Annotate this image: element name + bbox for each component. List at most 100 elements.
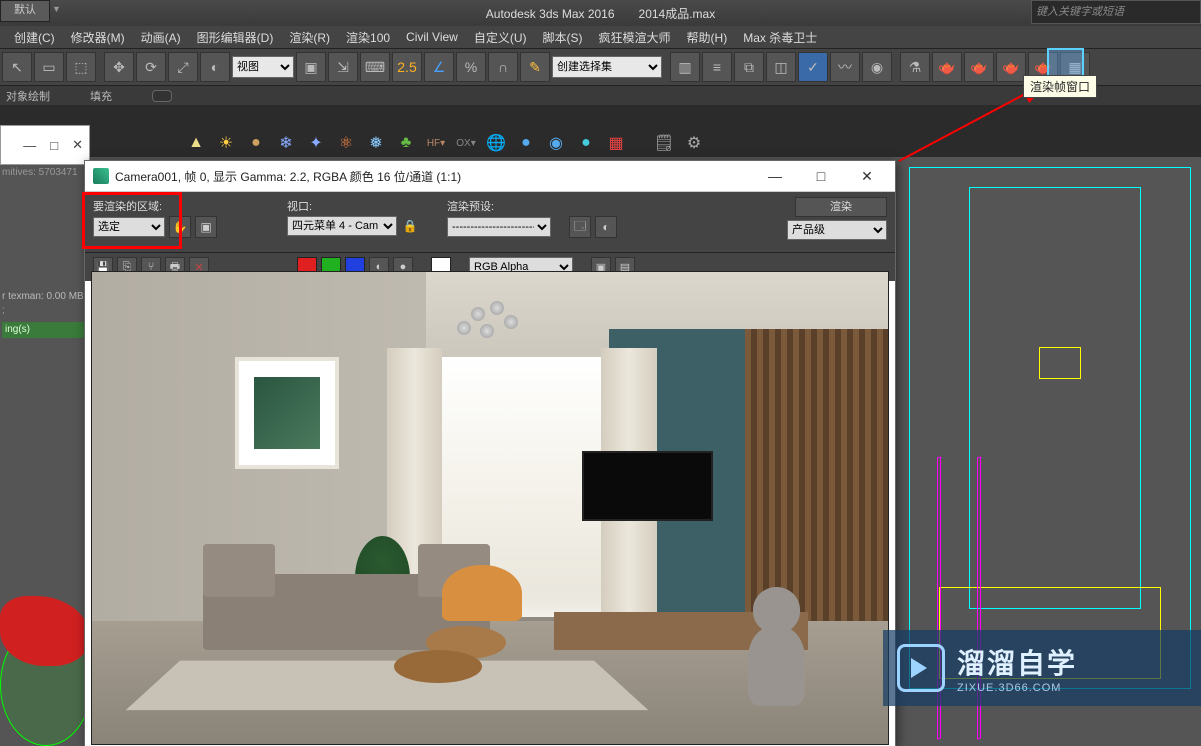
watermark-brand: 溜溜自学 xyxy=(957,642,1077,682)
select-link-icon[interactable]: ↖ xyxy=(2,52,32,82)
render-area-dropdown[interactable]: 选定 xyxy=(93,217,165,237)
render-output-image xyxy=(91,271,889,745)
menu-civilview[interactable]: Civil View xyxy=(400,28,464,46)
menu-maxscript[interactable]: 脚本(S) xyxy=(537,27,589,48)
move-icon[interactable]: ✥ xyxy=(104,52,134,82)
menu-animation[interactable]: 动画(A) xyxy=(135,27,187,48)
render-setup-icon[interactable]: ⚗ xyxy=(900,52,930,82)
edit-region-icon[interactable]: ✋ xyxy=(169,216,191,238)
preset-dropdown[interactable]: ------------------------- xyxy=(447,217,551,237)
subbar-fill[interactable]: 填充 xyxy=(90,88,112,104)
light-sun-icon[interactable]: ☀ xyxy=(215,132,237,154)
render-close-icon[interactable]: ✕ xyxy=(847,163,887,189)
render-minimize-icon[interactable]: — xyxy=(755,163,795,189)
spinner-snap-icon[interactable]: ∩ xyxy=(488,52,518,82)
light-cone-icon[interactable]: ▲ xyxy=(185,132,207,154)
region-select-icon[interactable]: ▦ xyxy=(605,132,627,154)
aux-maximize-icon[interactable]: □ xyxy=(50,138,58,153)
menu-plugin2[interactable]: Max 杀毒卫士 xyxy=(737,27,823,48)
menu-plugin1[interactable]: 疯狂模渲大师 xyxy=(593,27,677,48)
render-iterative-icon[interactable]: 🫖 xyxy=(996,52,1026,82)
grass-icon[interactable]: ♣ xyxy=(395,132,417,154)
watermark: 溜溜自学 ZIXUE.3D66.COM xyxy=(883,630,1201,706)
viewport-dropdown[interactable]: 四元菜单 4 - Cam xyxy=(287,216,397,236)
preset-group: 渲染预设: ------------------------- 🗔 ◐ xyxy=(447,198,617,238)
snap-toggle-3d-icon[interactable]: 2.5 xyxy=(392,52,422,82)
select-manipulate-icon[interactable]: ⇲ xyxy=(328,52,358,82)
primitive-count: mitives: 5703471 xyxy=(2,166,84,180)
sphere-icon[interactable]: ● xyxy=(245,132,267,154)
viewport-group: 视口: 四元菜单 4 - Cam 🔒 xyxy=(287,198,419,236)
aux-minimize-icon[interactable]: — xyxy=(23,138,36,153)
render-app-icon xyxy=(93,168,109,184)
auto-region-icon[interactable]: ▣ xyxy=(195,216,217,238)
particle-icon[interactable]: ❄ xyxy=(275,132,297,154)
helper-ox-icon[interactable]: OX▾ xyxy=(455,132,477,154)
percent-snap-icon[interactable]: % xyxy=(456,52,486,82)
texman-blank: ; xyxy=(2,304,84,318)
curve-editor-icon[interactable]: ✓ xyxy=(798,52,828,82)
menu-bar: 创建(C) 修改器(M) 动画(A) 图形编辑器(D) 渲染(R) 渲染100 … xyxy=(0,26,1201,49)
refcoord-dropdown[interactable]: 视图 xyxy=(232,56,294,78)
menu-render100[interactable]: 渲染100 xyxy=(340,27,396,48)
menu-modifiers[interactable]: 修改器(M) xyxy=(65,27,131,48)
atom-icon[interactable]: ⚛ xyxy=(335,132,357,154)
select-object-icon[interactable]: ▭ xyxy=(34,52,64,82)
render-quality-dropdown[interactable]: 产品级 xyxy=(787,220,887,240)
rendered-room-scene xyxy=(92,272,888,744)
menu-rendering[interactable]: 渲染(R) xyxy=(283,27,336,48)
toggle-ribbon-icon[interactable]: ◫ xyxy=(766,52,796,82)
mirror-icon[interactable]: ▥ xyxy=(670,52,700,82)
workspace-tab-default[interactable]: 默认 xyxy=(0,0,50,22)
settings-icon[interactable]: ⚙ xyxy=(683,132,705,154)
fill-toggle-icon[interactable] xyxy=(152,90,172,102)
render-maximize-icon[interactable]: □ xyxy=(801,163,841,189)
align-icon[interactable]: ≡ xyxy=(702,52,732,82)
layer-explorer-icon[interactable]: ⧉ xyxy=(734,52,764,82)
main-toolbar: ↖ ▭ ⬚ ✥ ⟳ ⤢ ◐ 视图 ▣ ⇲ ⌨ 2.5 ∠ % ∩ ✎ 创建选择集… xyxy=(0,49,1201,86)
angle-snap-icon[interactable]: ∠ xyxy=(424,52,454,82)
left-status-panel: mitives: 5703471 r texman: 0.00 MB ; ing… xyxy=(0,164,86,340)
render-area-group: 要渲染的区域: 选定 ✋ ▣ xyxy=(93,198,217,238)
aux-close-icon[interactable]: ✕ xyxy=(72,137,83,153)
sphere-cyan-icon[interactable]: ● xyxy=(575,132,597,154)
render-toolbar-1: 要渲染的区域: 选定 ✋ ▣ 视口: 四元菜单 4 - Cam 🔒 渲染预设: … xyxy=(85,192,895,252)
menu-create[interactable]: 创建(C) xyxy=(8,27,61,48)
globe-blue-icon[interactable]: ● xyxy=(515,132,537,154)
render-button[interactable]: 渲染 xyxy=(795,197,887,217)
preset-label: 渲染预设: xyxy=(447,198,617,214)
helper-hf-icon[interactable]: HF▾ xyxy=(425,132,447,154)
named-selection-dropdown[interactable]: 创建选择集 xyxy=(552,56,662,78)
title-bar: 默认 ▼ Autodesk 3ds Max 2016 2014成品.max 键入… xyxy=(0,0,1201,26)
select-region-icon[interactable]: ⬚ xyxy=(66,52,96,82)
subbar-object-paint[interactable]: 对象绘制 xyxy=(6,88,50,104)
material-editor-icon[interactable]: ◉ xyxy=(862,52,892,82)
edit-named-sel-icon[interactable]: ✎ xyxy=(520,52,550,82)
aux-window-controls: — □ ✕ xyxy=(0,125,90,165)
render-area-label: 要渲染的区域: xyxy=(93,198,217,214)
render-setup-icon2[interactable]: 🗔 xyxy=(569,216,591,238)
viewport-icon-row: ▲ ☀ ● ❄ ✦ ⚛ ❅ ♣ HF▾ OX▾ 🌐 ● ◉ ● ▦ 🗒 ⚙ xyxy=(185,128,705,158)
render-window-titlebar[interactable]: Camera001, 帧 0, 显示 Gamma: 2.2, RGBA 颜色 1… xyxy=(85,161,895,192)
search-input[interactable]: 键入关键字或短语 xyxy=(1031,0,1201,24)
earth-icon[interactable]: 🌐 xyxy=(485,132,507,154)
ribbon-subbar: 对象绘制 填充 xyxy=(0,86,1201,107)
snow-icon[interactable]: ❅ xyxy=(365,132,387,154)
rotate-icon[interactable]: ⟳ xyxy=(136,52,166,82)
menu-customize[interactable]: 自定义(U) xyxy=(468,27,533,48)
menu-graph-editors[interactable]: 图形编辑器(D) xyxy=(191,27,280,48)
menu-help[interactable]: 帮助(H) xyxy=(681,27,734,48)
render-production-icon[interactable]: 🫖 xyxy=(964,52,994,82)
schematic-view-icon[interactable]: 〰 xyxy=(830,52,860,82)
environment-icon[interactable]: ◐ xyxy=(595,216,617,238)
particle2-icon[interactable]: ✦ xyxy=(305,132,327,154)
keyboard-shortcut-icon[interactable]: ⌨ xyxy=(360,52,390,82)
use-pivot-icon[interactable]: ▣ xyxy=(296,52,326,82)
calculator-icon[interactable]: 🗒 xyxy=(653,132,675,154)
workspace-dropdown-icon[interactable]: ▼ xyxy=(52,4,61,14)
scale-icon[interactable]: ⤢ xyxy=(168,52,198,82)
placement-icon[interactable]: ◐ xyxy=(200,52,230,82)
rendered-frame-window-icon[interactable]: 🫖 xyxy=(932,52,962,82)
viewport-lock-icon[interactable]: 🔒 xyxy=(401,217,419,235)
globe-link-icon[interactable]: ◉ xyxy=(545,132,567,154)
